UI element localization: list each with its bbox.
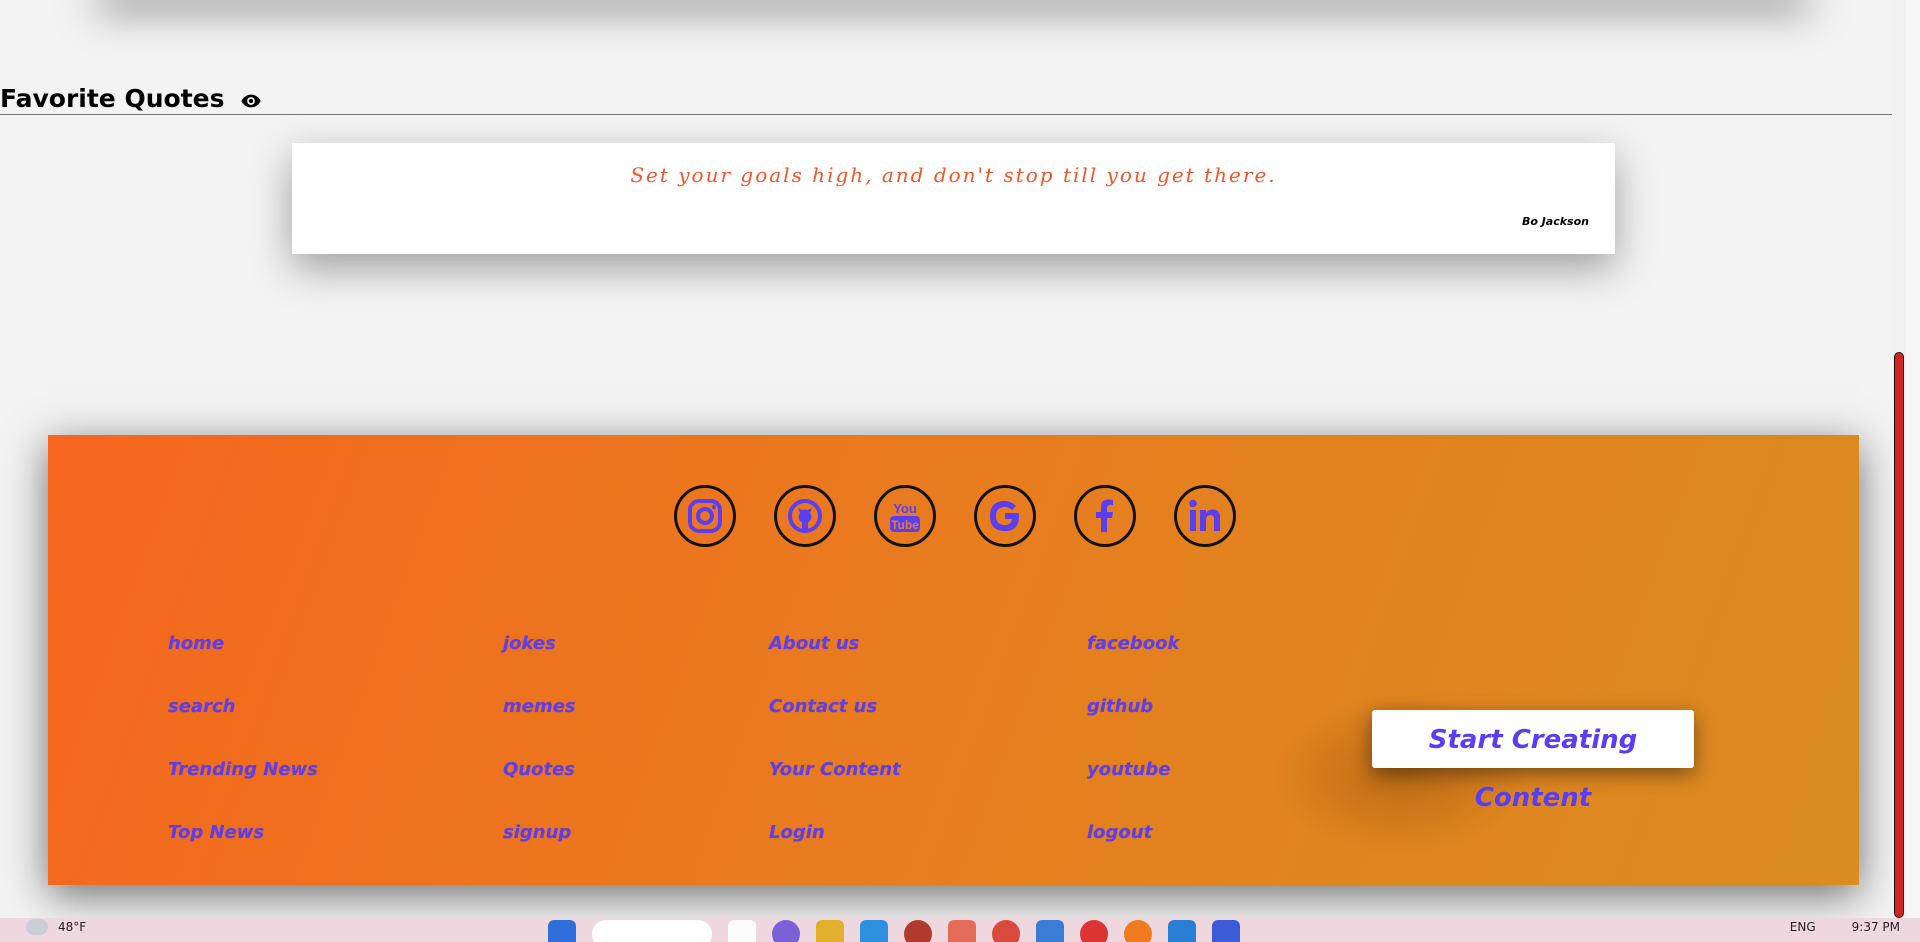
cloud-icon	[26, 919, 48, 935]
instagram-link[interactable]	[674, 485, 736, 547]
section-header: Favorite Quotes	[0, 82, 1906, 115]
footer-link-search[interactable]: search	[168, 696, 318, 759]
calendar-icon[interactable]	[1036, 920, 1064, 942]
chat-icon[interactable]	[772, 920, 800, 942]
footer-link-trending-news[interactable]: Trending News	[168, 759, 318, 822]
footer-link-login[interactable]: Login	[769, 822, 901, 885]
avatar-icon[interactable]	[904, 920, 932, 942]
linkedin-link[interactable]	[1174, 485, 1236, 547]
google-link[interactable]	[974, 485, 1036, 547]
section-title: Favorite Quotes	[0, 83, 225, 113]
mail-icon[interactable]	[1212, 920, 1240, 942]
folder-icon[interactable]	[816, 920, 844, 942]
footer-link-jokes[interactable]: jokes	[503, 633, 576, 696]
chrome-icon[interactable]	[1080, 920, 1108, 942]
taskbar: 48°F ENG 9:37 PM	[0, 918, 1920, 942]
footer-column-2: jokes memes Quotes signup	[503, 633, 576, 885]
page: Favorite Quotes Set your goals high, and…	[0, 0, 1906, 918]
pen-icon[interactable]	[948, 920, 976, 942]
weather-temp: 48°F	[58, 920, 87, 934]
eye-icon[interactable]	[240, 90, 262, 112]
footer-link-signup[interactable]: signup	[503, 822, 576, 885]
footer-link-contact-us[interactable]: Contact us	[769, 696, 901, 759]
github-link[interactable]	[774, 485, 836, 547]
weather-widget[interactable]: 48°F	[26, 919, 86, 935]
footer-column-1: home search Trending News Top News	[168, 633, 318, 885]
clock[interactable]: 9:37 PM	[1852, 920, 1900, 934]
footer-link-quotes[interactable]: Quotes	[503, 759, 576, 822]
taskbar-search[interactable]	[592, 920, 712, 942]
scrollbar-thumb[interactable]	[1894, 352, 1904, 918]
footer-link-top-news[interactable]: Top News	[168, 822, 318, 885]
start-icon[interactable]	[548, 920, 576, 942]
footer-link-youtube[interactable]: youtube	[1087, 759, 1179, 822]
brave-icon[interactable]	[1124, 920, 1152, 942]
quote-text: Set your goals high, and don't stop till…	[630, 163, 1277, 187]
footer-column-3: About us Contact us Your Content Login	[769, 633, 901, 885]
facebook-link[interactable]	[1074, 485, 1136, 547]
browser-icon[interactable]	[992, 920, 1020, 942]
footer: You Tube home search Trending News Top N…	[48, 435, 1859, 885]
file-icon[interactable]	[728, 920, 756, 942]
instagram-icon	[688, 499, 722, 533]
youtube-icon: You Tube	[890, 501, 920, 532]
language-indicator[interactable]: ENG	[1790, 920, 1816, 934]
linkedin-icon	[1189, 499, 1220, 531]
vscode-icon[interactable]	[1168, 920, 1196, 942]
svg-text:You: You	[893, 501, 917, 516]
svg-text:Tube: Tube	[891, 518, 919, 532]
footer-link-home[interactable]: home	[168, 633, 318, 696]
taskbar-apps	[548, 920, 1240, 942]
youtube-link[interactable]: You Tube	[874, 485, 936, 547]
footer-link-github[interactable]: github	[1087, 696, 1179, 759]
github-icon	[788, 499, 822, 533]
footer-link-logout[interactable]: logout	[1087, 822, 1179, 885]
footer-link-facebook[interactable]: facebook	[1087, 633, 1179, 696]
footer-column-4: facebook github youtube logout	[1087, 633, 1179, 885]
footer-link-memes[interactable]: memes	[503, 696, 576, 759]
store-icon[interactable]	[860, 920, 888, 942]
quote-author: Bo Jackson	[1521, 215, 1589, 228]
social-links: You Tube	[674, 485, 1236, 547]
quote-card: Set your goals high, and don't stop till…	[292, 143, 1615, 254]
scrollbar-track[interactable]	[1892, 0, 1906, 918]
footer-link-your-content[interactable]: Your Content	[769, 759, 901, 822]
footer-link-about-us[interactable]: About us	[769, 633, 901, 696]
system-tray: ENG 9:37 PM	[1790, 920, 1900, 934]
google-icon	[990, 501, 1019, 531]
start-creating-content-button[interactable]: Start Creating Content	[1372, 710, 1694, 813]
facebook-icon	[1096, 499, 1113, 532]
